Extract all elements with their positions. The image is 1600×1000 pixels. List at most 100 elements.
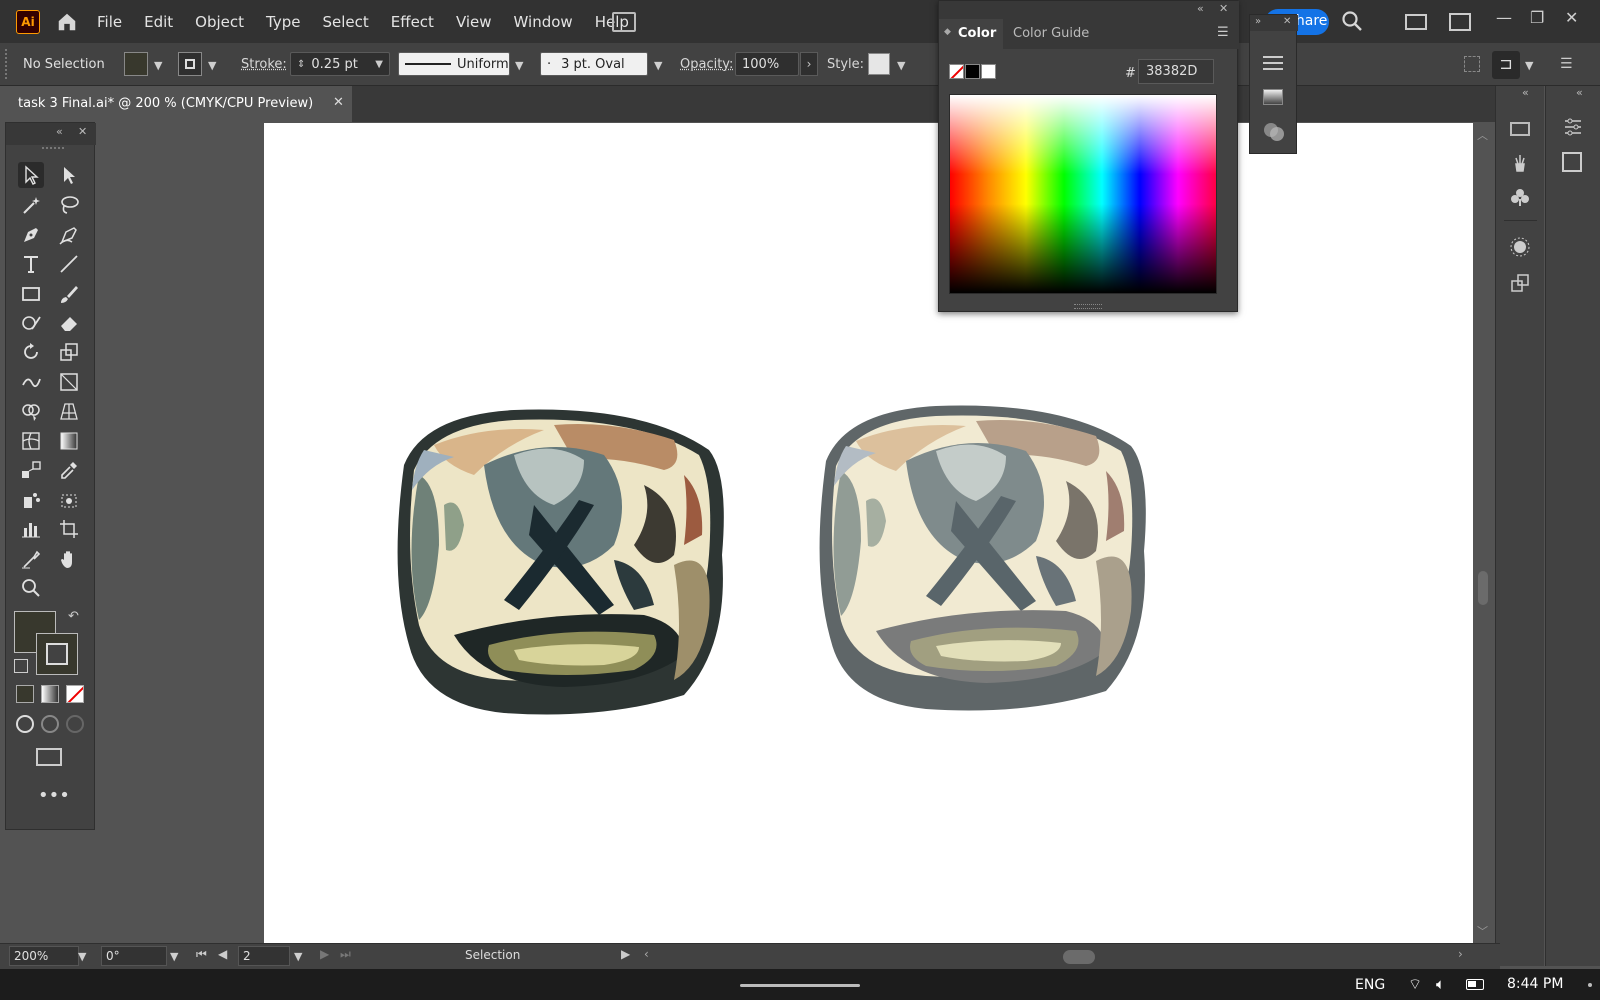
direct-selection-icon[interactable] [56,162,82,188]
artboard-number-input[interactable]: 2 [238,946,290,966]
shape-builder-icon[interactable] [18,398,44,424]
stroke-dropdown-icon[interactable]: ▼ [208,59,216,72]
tab-color[interactable]: ◆ Color [939,19,1003,49]
align-icon[interactable] [1464,56,1480,72]
stroke-label[interactable]: Stroke: [241,57,287,72]
shaper-icon[interactable] [18,310,44,336]
libraries-icon[interactable] [1510,122,1530,136]
curvature-icon[interactable] [56,222,82,248]
draw-behind-icon[interactable] [41,715,59,733]
none-mode-icon[interactable] [66,685,84,703]
rotation-input[interactable]: 0° [101,946,167,966]
profile-dropdown-icon[interactable]: ▼ [515,59,523,72]
hex-input[interactable]: 38382D [1138,59,1214,84]
layers-icon[interactable] [1562,152,1582,172]
stroke-color-box[interactable] [36,633,78,675]
type-icon[interactable] [18,251,44,277]
menu-window[interactable]: Window [503,13,584,31]
rectangle-icon[interactable] [18,281,44,307]
style-dropdown-icon[interactable]: ▼ [897,59,905,72]
warp-icon[interactable] [18,369,44,395]
artboard[interactable] [264,123,1473,943]
none-swatch[interactable] [949,64,964,79]
close-panel-icon[interactable]: ✕ [1283,16,1291,27]
edit-toolbar-icon[interactable]: ••• [38,785,70,806]
opacity-label[interactable]: Opacity: [680,57,733,72]
battery-icon[interactable] [1466,979,1484,990]
last-artboard-icon[interactable]: ⏭ [340,947,351,962]
line-icon[interactable] [56,251,82,277]
gradient-icon[interactable] [56,428,82,454]
close-tab-icon[interactable]: ✕ [333,95,344,110]
menu-view[interactable]: View [445,13,503,31]
symbols-icon[interactable] [1509,186,1531,212]
collapse-icon[interactable]: « [56,125,63,138]
magic-wand-icon[interactable] [18,192,44,218]
status-menu-icon[interactable]: ▶ [621,947,630,961]
home-icon[interactable] [54,9,80,35]
gradient-panel-icon[interactable] [1263,89,1283,105]
first-artboard-icon[interactable]: ⏮ [196,947,207,962]
zoom-input[interactable]: 200% [9,946,79,966]
brush-definition[interactable]: · 3 pt. Oval [540,52,648,76]
transform-icon[interactable]: ⊐ [1492,51,1520,79]
selection-tool-icon[interactable] [18,162,44,188]
menu-effect[interactable]: Effect [380,13,445,31]
default-fill-stroke-icon[interactable] [14,659,28,673]
mesh-icon[interactable] [18,428,44,454]
draw-normal-icon[interactable] [16,715,34,733]
blend-icon[interactable] [18,457,44,483]
rotation-dropdown-icon[interactable]: ▼ [170,950,178,963]
scroll-left-icon[interactable]: ‹ [644,947,649,961]
eraser-icon[interactable] [56,310,82,336]
expand-dock-icon[interactable]: « [1522,86,1529,99]
slice-icon[interactable] [18,546,44,572]
stroke-swatch[interactable] [178,52,202,76]
panel-toggle-icon[interactable] [1449,13,1471,31]
artboard-icon[interactable] [56,516,82,542]
swap-fill-stroke-icon[interactable]: ↶ [68,609,79,624]
screen-mode-icon[interactable] [36,748,62,766]
taskbar-handle[interactable] [740,984,860,987]
free-transform-icon[interactable] [56,369,82,395]
document-tab[interactable]: task 3 Final.ai* @ 200 % (CMYK/CPU Previ… [0,86,352,122]
symbol-sprayer-icon[interactable] [18,487,44,513]
variable-width-profile[interactable]: Uniform [398,52,510,76]
zoom-icon[interactable] [18,575,44,601]
rotate-icon[interactable] [18,339,44,365]
expand-panel-icon[interactable]: » [1255,16,1261,27]
opacity-input[interactable]: 100% [735,52,799,76]
transform-panel-icon[interactable] [1509,272,1531,298]
brush-dropdown-icon[interactable]: ▼ [654,59,662,72]
scroll-right-icon[interactable]: › [1458,947,1463,961]
menu-file[interactable]: File [86,13,133,31]
brushes-icon[interactable] [1509,152,1531,178]
stroke-panel-icon[interactable] [1262,55,1284,77]
menu-object[interactable]: Object [184,13,255,31]
fill-dropdown-icon[interactable]: ▼ [154,59,162,72]
gradient-mode-icon[interactable] [41,685,59,703]
volume-icon[interactable]: 🔈︎ [1436,975,1445,993]
artboard-dropdown-icon[interactable]: ▼ [294,950,302,963]
paintbrush-icon[interactable] [56,281,82,307]
scale-icon[interactable] [56,339,82,365]
transparency-panel-icon[interactable] [1262,120,1286,148]
horizontal-scroll-thumb[interactable] [1063,950,1095,964]
transform-dropdown-icon[interactable]: ▼ [1525,59,1533,72]
lasso-icon[interactable] [56,192,82,218]
close-panel-icon[interactable]: ✕ [1219,2,1228,15]
menu-edit[interactable]: Edit [133,13,184,31]
options-menu-icon[interactable]: ☰ [1560,56,1573,72]
menu-type[interactable]: Type [255,13,311,31]
collapse-panel-icon[interactable]: « [1197,2,1204,15]
pen-icon[interactable] [18,222,44,248]
tab-color-guide[interactable]: Color Guide [1013,26,1089,41]
wifi-icon[interactable]: ⌔ [1408,975,1422,994]
panel-menu-icon[interactable]: ☰ [1217,25,1229,40]
fill-swatch[interactable] [124,52,148,76]
opacity-slider-arrow-icon[interactable]: › [800,52,818,76]
clock[interactable]: 8:44 PM [1507,976,1563,992]
illustration-copy[interactable] [806,391,1156,716]
zoom-dropdown-icon[interactable]: ▼ [78,950,86,963]
appearance-icon[interactable] [1509,236,1531,262]
